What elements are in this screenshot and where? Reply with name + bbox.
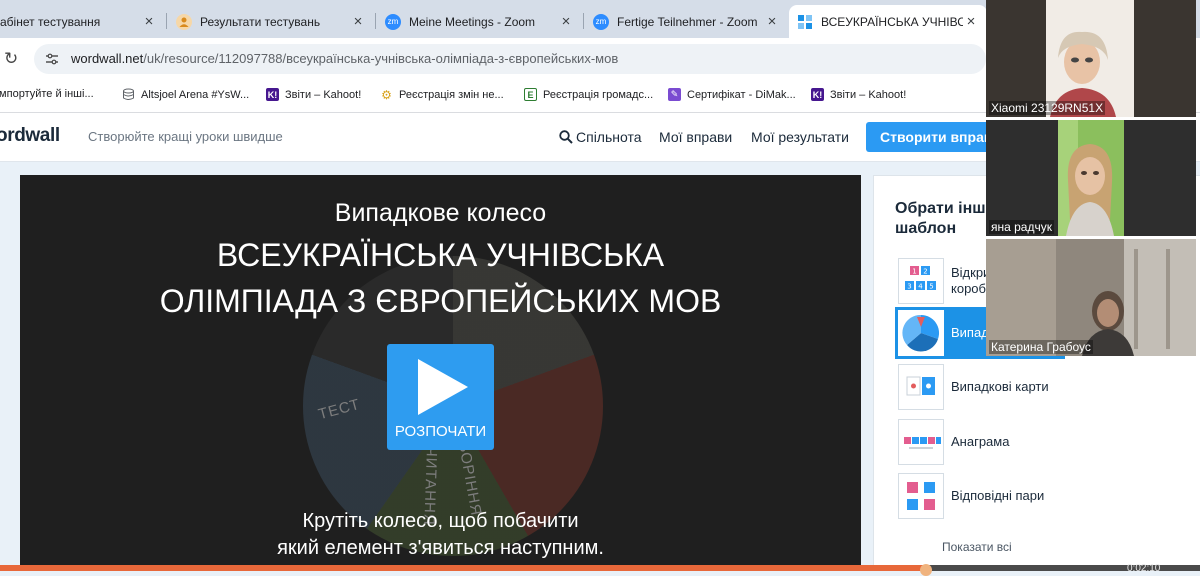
url-text: wordwall.net/uk/resource/112097788/всеук… — [71, 51, 618, 66]
game-panel[interactable]: ТЕСТ ГОВОРІННЯ ЧИТАННЯ Випадкове колесо … — [20, 175, 861, 571]
participant-name: яна радчук — [989, 220, 1054, 234]
svg-text:5: 5 — [929, 283, 933, 291]
wheel-icon — [898, 310, 944, 356]
participant-video — [986, 0, 1196, 117]
playback-progress-fill — [0, 565, 924, 571]
video-tile[interactable]: яна радчук — [986, 120, 1196, 236]
start-button[interactable]: РОЗПОЧАТИ — [387, 344, 494, 450]
playback-scrubber-handle[interactable] — [920, 564, 932, 576]
tab-zoom-participants[interactable]: zm Fertige Teilnehmer - Zoom × — [585, 5, 788, 38]
bookmark-label: Сертифікат - DiMak... — [687, 88, 796, 101]
tab-label: Fertige Teilnehmer - Zoom — [617, 14, 758, 29]
close-icon[interactable]: × — [558, 13, 574, 30]
person-icon — [176, 13, 192, 30]
show-all-link[interactable]: Показати всі — [942, 540, 1012, 554]
kahoot-icon: K! — [266, 88, 279, 101]
bookmark-import[interactable]: Імпортуйте й інші... — [0, 88, 94, 100]
zoom-icon: zm — [593, 13, 609, 30]
participant-name: Xiaomi 23129RN51X — [989, 101, 1106, 115]
pairs-icon — [898, 473, 944, 519]
tab-cabinet[interactable]: абінет тестування × — [0, 5, 165, 38]
wordwall-logo[interactable]: ordwall — [0, 125, 60, 147]
anagram-icon — [898, 419, 944, 465]
nav-my-results[interactable]: Мої результати — [751, 129, 849, 145]
bookmark-label: Altsjoel Arena #YsW... — [141, 88, 250, 101]
bookmark-label: Реєстрація громадс... — [543, 88, 654, 101]
template-random-cards[interactable]: Випадкові карти — [895, 361, 1065, 413]
open-box-icon: 1 2 3 4 5 — [898, 258, 944, 304]
template-name: Випадкове колесо — [334, 199, 547, 227]
start-label: РОЗПОЧАТИ — [394, 423, 487, 440]
bookmark-altsjoel[interactable]: Altsjoel Arena #YsW... — [122, 88, 249, 101]
tab-wordwall[interactable]: ВСЕУКРАЇНСЬКА УЧНІВСЬКА × — [789, 5, 987, 38]
close-icon[interactable]: × — [963, 13, 979, 30]
svg-text:1: 1 — [912, 268, 916, 276]
svg-text:4: 4 — [918, 283, 923, 291]
url-host: wordwall.net — [71, 51, 144, 66]
video-tile[interactable]: Катерина Грабоус — [986, 239, 1196, 356]
video-tile[interactable]: Xiaomi 23129RN51X — [986, 0, 1196, 117]
close-icon[interactable]: × — [764, 13, 780, 30]
tab-label: абінет тестування — [0, 14, 101, 29]
bookmark-kahoot-2[interactable]: K! Звіти – Kahoot! — [811, 88, 906, 101]
url-path: /uk/resource/112097788/всеукраїнська-учн… — [143, 51, 619, 66]
template-label: Відповідні пари — [951, 488, 1045, 503]
template-label: Відкри короб — [951, 265, 991, 296]
address-bar[interactable]: wordwall.net/uk/resource/112097788/всеук… — [34, 44, 986, 74]
participant-video — [986, 239, 1196, 356]
search-icon — [559, 130, 573, 144]
tab-label: Результати тестувань — [200, 14, 321, 29]
wordwall-icon — [797, 13, 813, 30]
nav-my-activities[interactable]: Мої вправи — [659, 129, 732, 145]
template-label: Анаграма — [951, 434, 1010, 449]
cards-icon — [898, 364, 944, 410]
bookmark-label: Імпортуйте й інші... — [0, 88, 94, 100]
gear-icon: ⚙ — [381, 87, 392, 102]
template-label: Випадкові карти — [951, 379, 1049, 394]
activity-title-line: ВСЕУКРАЇНСЬКА УЧНІВСЬКА — [216, 237, 665, 273]
bookmark-registration-changes[interactable]: ⚙ Реєстрація змін не... — [380, 87, 504, 102]
svg-text:3: 3 — [907, 283, 911, 291]
create-activity-button[interactable]: Створити вправ — [866, 122, 1006, 152]
svg-text:2: 2 — [923, 268, 927, 276]
bookmark-kahoot-1[interactable]: K! Звіти – Kahoot! — [266, 88, 361, 101]
sidebar-title: Обрати інш шаблон — [895, 200, 986, 237]
participant-name: Катерина Грабоус — [989, 340, 1093, 354]
close-icon[interactable]: × — [350, 13, 366, 30]
playback-time: 0:02:10 — [1127, 563, 1161, 574]
certificate-icon: ✎ — [668, 88, 681, 101]
bookmark-label: Реєстрація змін не... — [399, 88, 504, 101]
tab-label: Meine Meetings - Zoom — [409, 14, 536, 29]
template-matching-pairs[interactable]: Відповідні пари — [895, 470, 1065, 522]
instruction-text: Крутіть колесо, щоб побачити який елемен… — [20, 508, 861, 562]
bookmark-registration-public[interactable]: E Реєстрація громадс... — [524, 88, 653, 101]
template-label: Випад — [951, 325, 989, 340]
zoom-icon: zm — [385, 13, 401, 30]
activity-title: ВСЕУКРАЇНСЬКА УЧНІВСЬКА ОЛІМПІАДА З ЄВРО… — [20, 232, 861, 324]
tab-test-results[interactable]: Результати тестувань × — [168, 5, 374, 38]
database-icon — [122, 88, 135, 101]
tab-zoom-meetings[interactable]: zm Meine Meetings - Zoom × — [377, 5, 582, 38]
bookmark-label: Звіти – Kahoot! — [285, 88, 362, 101]
playback-progress-bar[interactable] — [0, 565, 1200, 571]
nav-community[interactable]: Спільнота — [559, 129, 642, 145]
tagline: Створюйте кращі уроки швидше — [88, 129, 283, 144]
participant-video — [986, 120, 1196, 236]
reload-icon[interactable]: ↻ — [4, 49, 18, 69]
bookmark-label: Звіти – Kahoot! — [830, 88, 907, 101]
instruction-line: який елемент з'явиться наступним. — [277, 537, 604, 559]
tab-label: ВСЕУКРАЇНСЬКА УЧНІВСЬКА — [821, 14, 963, 29]
activity-title-line: ОЛІМПІАДА З ЄВРОПЕЙСЬКИХ МОВ — [159, 283, 722, 319]
site-settings-icon[interactable] — [46, 53, 58, 65]
close-icon[interactable]: × — [141, 13, 157, 30]
register-icon: E — [524, 88, 537, 101]
play-icon — [418, 359, 468, 415]
template-anagram[interactable]: Анаграма — [895, 416, 1065, 468]
instruction-line: Крутіть колесо, щоб побачити — [302, 510, 579, 532]
kahoot-icon: K! — [811, 88, 824, 101]
nav-community-label: Спільнота — [576, 129, 642, 145]
bookmark-certificate[interactable]: ✎ Сертифікат - DiMak... — [668, 88, 796, 101]
